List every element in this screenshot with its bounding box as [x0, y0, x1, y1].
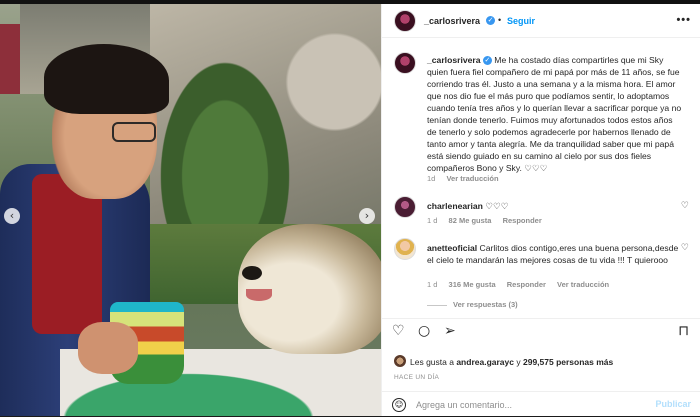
- comment-likes[interactable]: 82 Me gusta: [449, 216, 492, 225]
- post-details-panel: _carlosrivera ✓ • Seguir ••• _carlosrive…: [381, 4, 700, 416]
- photo-man-hair: [44, 44, 169, 114]
- comment-avatar[interactable]: [394, 238, 416, 260]
- liker-avatar: [394, 355, 406, 367]
- follow-button[interactable]: Seguir: [507, 16, 535, 26]
- bookmark-icon[interactable]: ⊓: [678, 323, 689, 339]
- post-photo[interactable]: ‹ ›: [0, 4, 381, 416]
- post-timestamp: HACE UN DÍA: [394, 374, 440, 381]
- comment-translate-link[interactable]: Ver traducción: [557, 280, 609, 289]
- instagram-post-view: ‹ › _carlosrivera ✓ • Seguir ••• _carlos…: [0, 0, 700, 416]
- caption-avatar[interactable]: [394, 52, 416, 74]
- likes-connector: y: [516, 357, 521, 367]
- caption-time: 1d: [427, 174, 436, 183]
- comment-text: ♡♡♡: [485, 202, 509, 212]
- comment-reply-button[interactable]: Responder: [503, 216, 542, 225]
- caption-text: Me ha costado días compartirles que mi S…: [427, 55, 682, 173]
- header-separator: •: [498, 15, 502, 25]
- comment-username[interactable]: charlenearian: [427, 201, 483, 211]
- likes-suffix[interactable]: más: [596, 357, 613, 367]
- comment-like-heart-icon[interactable]: ♡: [681, 201, 689, 211]
- post-caption: _carlosrivera ✓ Me ha costado días compa…: [427, 54, 682, 174]
- likes-summary: Les gusta a andrea.garayc y 299,575 pers…: [410, 357, 613, 367]
- caption-username[interactable]: _carlosrivera: [427, 55, 481, 65]
- comment-input[interactable]: [416, 397, 636, 413]
- caption-translate-link[interactable]: Ver traducción: [446, 174, 498, 183]
- photo-dog-tongue: [246, 289, 272, 301]
- share-icon[interactable]: ➢: [444, 323, 456, 339]
- comment-icon[interactable]: ○: [418, 323, 430, 339]
- verified-badge-icon: ✓: [486, 16, 495, 25]
- likes-prefix: Les gusta a: [410, 357, 454, 367]
- comments-scroll-area[interactable]: _carlosrivera ✓ Me ha costado días compa…: [382, 38, 700, 318]
- more-options-icon[interactable]: •••: [676, 14, 691, 26]
- replies-divider: [427, 304, 447, 306]
- comment-time: 1 d: [427, 280, 438, 289]
- comment-reply-button[interactable]: Responder: [507, 280, 546, 289]
- emoji-icon[interactable]: ☺: [392, 398, 406, 412]
- post-username[interactable]: _carlosrivera: [424, 16, 480, 26]
- post-header: _carlosrivera ✓ • Seguir •••: [382, 4, 700, 38]
- comment-like-heart-icon[interactable]: ♡: [681, 243, 689, 253]
- chevron-right-icon[interactable]: ›: [359, 208, 375, 224]
- photo-man-hand: [78, 322, 138, 374]
- comment-meta: 1 d 316 Me gusta Responder Ver traducció…: [427, 280, 609, 289]
- comment-username[interactable]: anetteoficial: [427, 243, 477, 253]
- comment-item: charlenearian ♡♡♡: [427, 200, 682, 213]
- comment-likes[interactable]: 316 Me gusta: [449, 280, 496, 289]
- verified-badge-icon: ✓: [482, 56, 492, 66]
- comment-item: anetteoficial Carlitos dios contigo,eres…: [427, 242, 682, 266]
- comment-avatar[interactable]: [394, 196, 416, 218]
- post-actions: ♡ ○ ➢ ⊓ Les gusta a andrea.garayc y 299,…: [382, 318, 700, 416]
- photo-man-glasses: [112, 122, 156, 142]
- view-replies-label[interactable]: Ver respuestas (3): [453, 300, 518, 309]
- view-replies-button[interactable]: Ver respuestas (3): [427, 300, 518, 309]
- liker-username[interactable]: andrea.garayc: [456, 357, 514, 367]
- add-comment-bar: ☺ Publicar: [382, 391, 700, 417]
- heart-icon[interactable]: ♡: [392, 323, 405, 339]
- caption-meta: 1d Ver traducción: [427, 174, 499, 183]
- photo-dog-nose: [242, 266, 262, 280]
- publish-button[interactable]: Publicar: [655, 399, 691, 409]
- likes-count[interactable]: 299,575 personas: [523, 357, 594, 367]
- comment-time: 1 d: [427, 216, 438, 225]
- chevron-left-icon[interactable]: ‹: [4, 208, 20, 224]
- comment-meta: 1 d 82 Me gusta Responder: [427, 216, 542, 225]
- avatar[interactable]: [394, 10, 416, 32]
